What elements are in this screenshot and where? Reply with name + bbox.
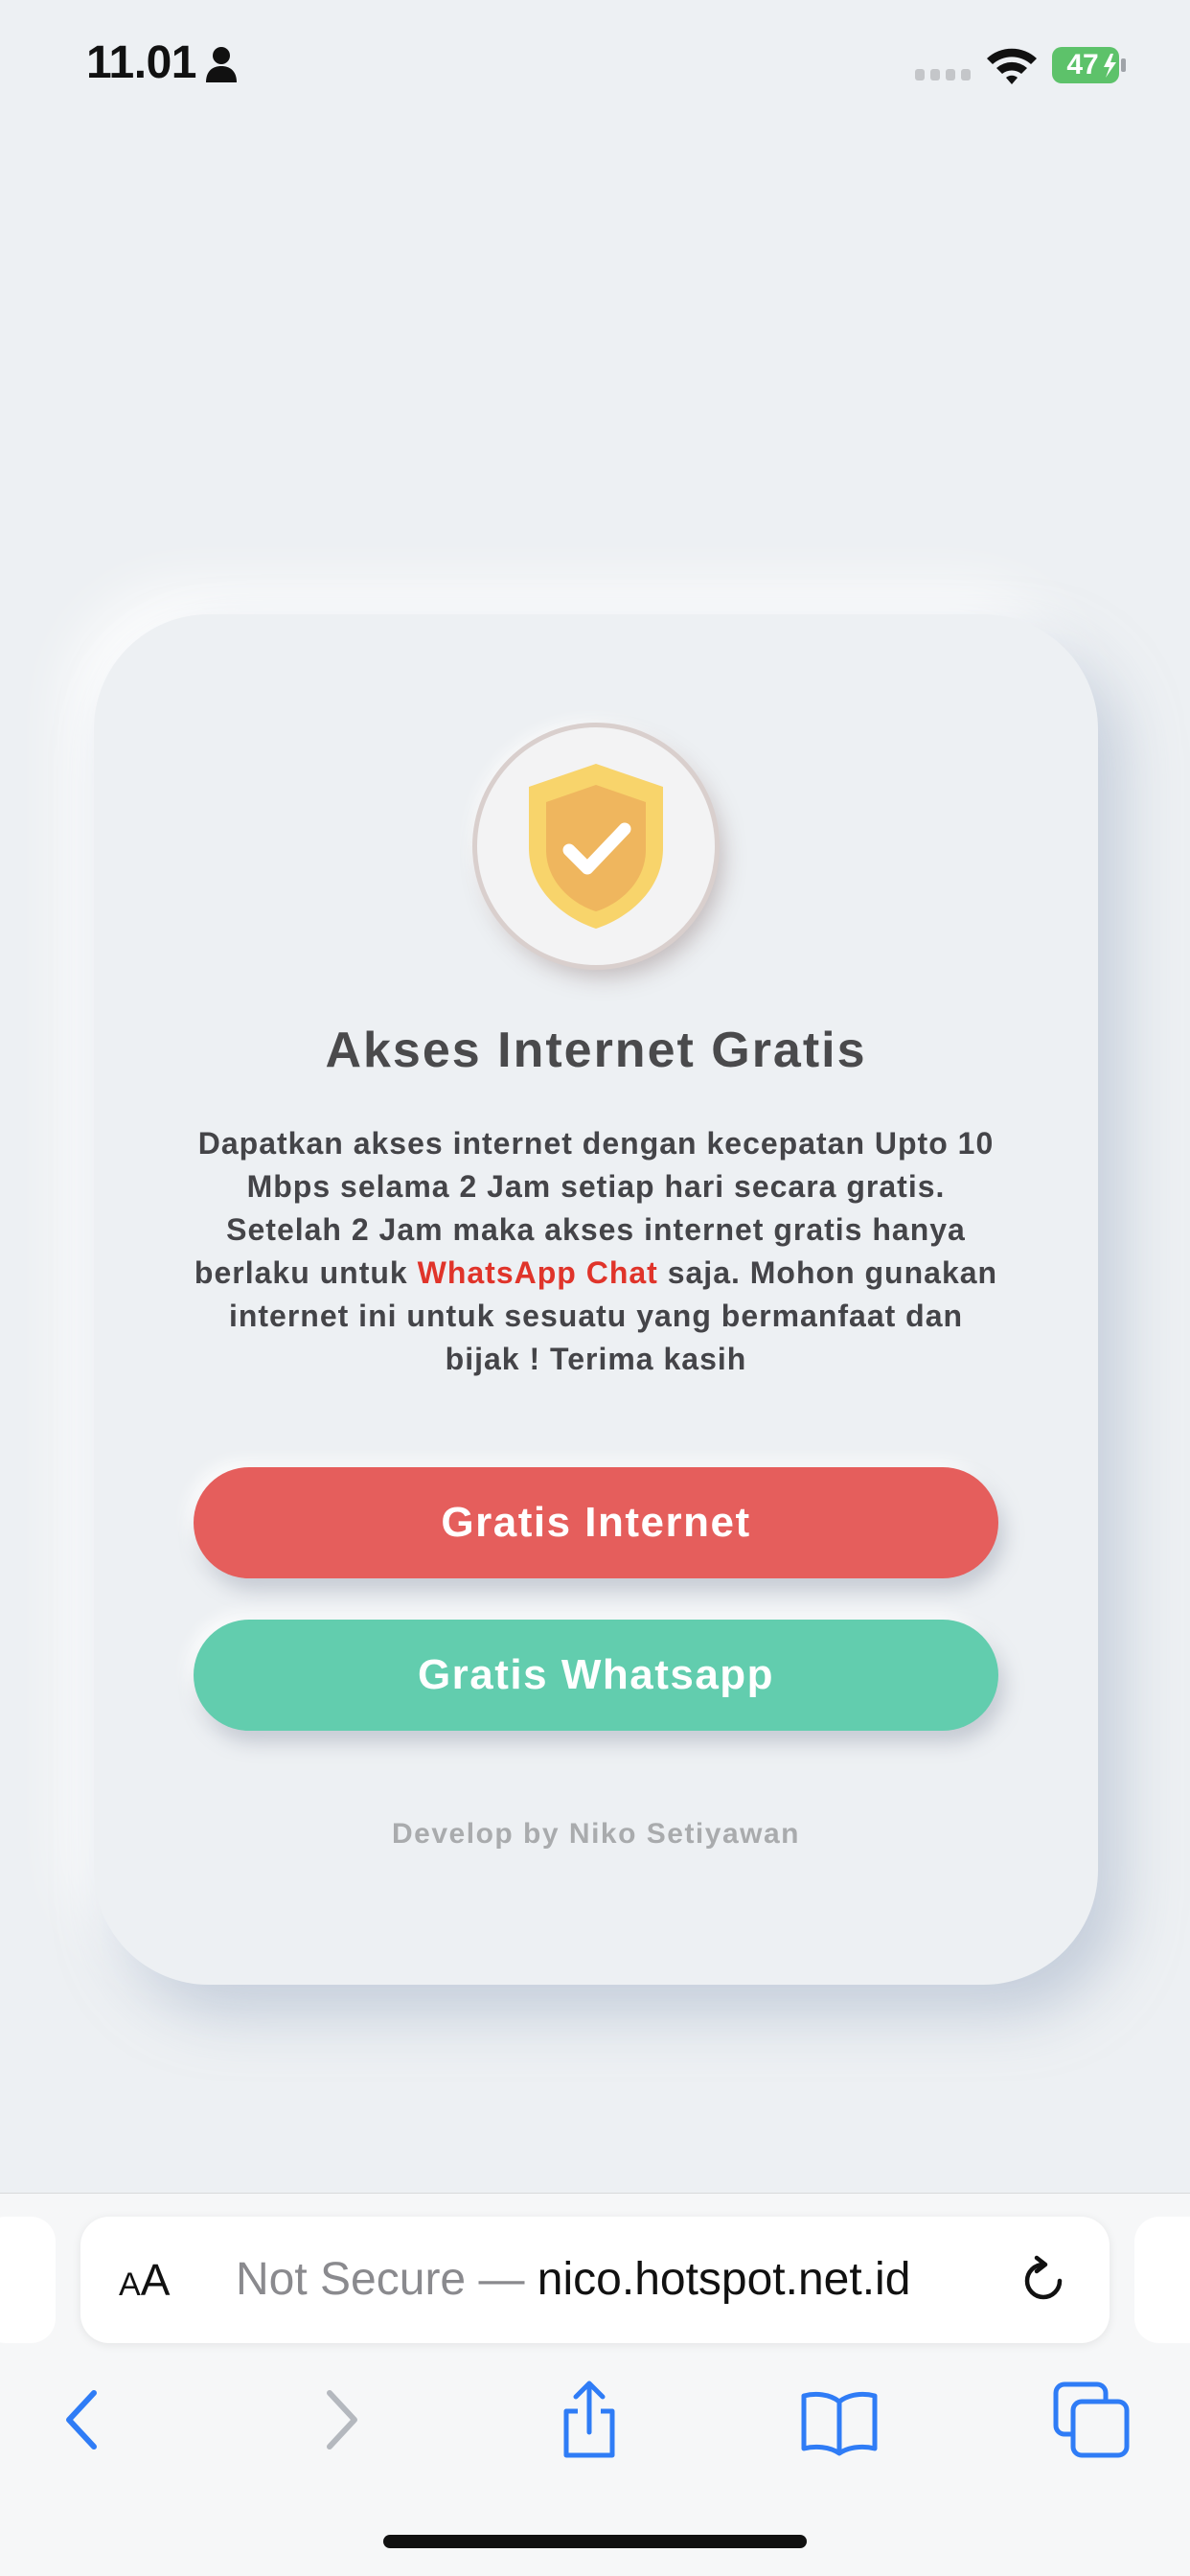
- home-indicator[interactable]: [383, 2535, 807, 2548]
- person-icon: [206, 47, 237, 82]
- status-time: 11.01: [86, 37, 196, 88]
- gratis-whatsapp-button[interactable]: Gratis Whatsapp: [194, 1620, 998, 1731]
- text-size-small-letter: A: [119, 2266, 141, 2303]
- screen: 11.01 47 Akses Internet Gratis Dapatkan …: [0, 0, 1190, 2576]
- bookmarks-icon[interactable]: [796, 2377, 882, 2463]
- text-size-button[interactable]: AA: [119, 2217, 170, 2343]
- card-title: Akses Internet Gratis: [325, 1023, 867, 1078]
- address-bar[interactable]: AA Not Secure — nico.hotspot.net.id: [80, 2217, 1110, 2343]
- back-icon[interactable]: [40, 2377, 126, 2463]
- share-icon[interactable]: [546, 2377, 632, 2463]
- address-text[interactable]: Not Secure — nico.hotspot.net.id: [236, 2217, 910, 2343]
- signal-icon: [915, 69, 971, 80]
- status-bar: 11.01 47: [0, 0, 1190, 134]
- developer-credit: Develop by Niko Setiyawan: [392, 1818, 800, 1850]
- next-tab-preview[interactable]: [1134, 2217, 1190, 2343]
- card-description: Dapatkan akses internet dengan kecepatan…: [190, 1122, 1002, 1381]
- previous-tab-preview[interactable]: [0, 2217, 56, 2343]
- security-label: Not Secure —: [236, 2254, 525, 2305]
- tabs-icon[interactable]: [1048, 2377, 1134, 2463]
- text-size-large-letter: A: [140, 2255, 171, 2305]
- gratis-internet-button[interactable]: Gratis Internet: [194, 1467, 998, 1578]
- reload-icon[interactable]: [1018, 2255, 1069, 2307]
- whatsapp-chat-highlight: WhatsApp Chat: [417, 1255, 658, 1290]
- url-text: nico.hotspot.net.id: [537, 2254, 911, 2305]
- hotspot-card: Akses Internet Gratis Dapatkan akses int…: [94, 614, 1098, 1985]
- shield-check-icon: [529, 764, 663, 929]
- battery-level: 47: [1066, 49, 1099, 80]
- forward-icon[interactable]: [297, 2377, 383, 2463]
- shield-badge: [477, 727, 715, 965]
- wifi-icon: [987, 48, 1037, 84]
